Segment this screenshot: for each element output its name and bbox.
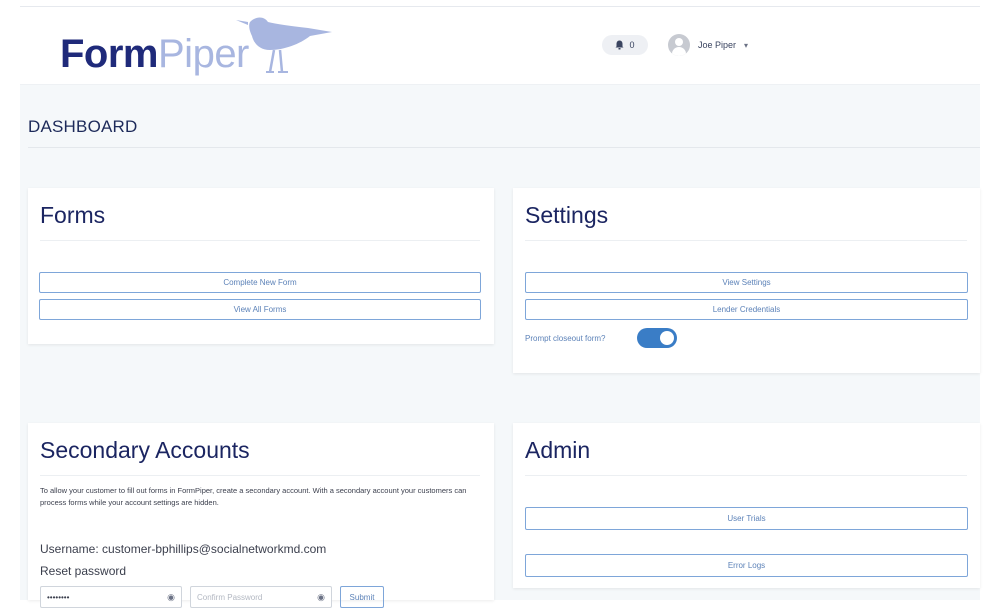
lender-credentials-button[interactable]: Lender Credentials [525,299,968,320]
formpiper-logo[interactable]: FormPiper [60,14,332,84]
bell-icon [615,40,624,50]
user-avatar-icon [668,34,690,56]
prompt-closeout-toggle[interactable] [637,328,677,348]
eye-icon[interactable]: ◉ [317,592,325,603]
divider [525,475,967,476]
user-menu[interactable]: Joe Piper ▾ [668,33,748,57]
notification-count: 0 [629,40,635,50]
dashboard-main: DASHBOARD Forms Complete New Form View A… [20,85,980,608]
admin-card-title: Admin [525,437,591,463]
divider [40,475,480,476]
reset-password-label: Reset password [40,564,127,578]
secondary-accounts-description: To allow your customer to fill out forms… [40,486,467,507]
secondary-accounts-title: Secondary Accounts [40,437,250,463]
forms-card: Forms Complete New Form View All Forms [28,188,494,344]
admin-card: Admin User Trials Error Logs [513,423,980,588]
secondary-username: Username: customer-bphillips@socialnetwo… [40,542,327,556]
view-settings-button[interactable]: View Settings [525,272,968,293]
confirm-password-placeholder: Confirm Password [197,592,263,602]
toggle-knob [660,331,674,345]
top-border [20,6,980,7]
submit-password-button[interactable]: Submit [340,586,384,608]
secondary-accounts-card: Secondary Accounts To allow your custome… [28,423,494,608]
user-trials-button[interactable]: User Trials [525,507,968,530]
logo-wordmark: FormPiper [60,32,249,77]
app-header: FormPiper 0 Joe Piper ▾ [20,8,980,85]
settings-card: Settings View Settings Lender Credential… [513,188,980,373]
divider [40,240,480,241]
logo-piper-text: Piper [158,32,249,76]
page-title: DASHBOARD [28,117,138,136]
forms-card-title: Forms [40,202,106,228]
settings-card-title: Settings [525,202,609,228]
notifications-button[interactable]: 0 [602,35,648,55]
logo-form-text: Form [60,32,159,76]
user-name: Joe Piper [698,40,737,50]
confirm-password-field[interactable]: Confirm Password ◉ [190,586,332,608]
chevron-down-icon: ▾ [744,40,749,50]
password-value: •••••••• [47,592,70,602]
eye-icon[interactable]: ◉ [167,592,175,603]
prompt-closeout-label: Prompt closeout form? [525,334,606,343]
view-all-forms-button[interactable]: View All Forms [39,299,481,320]
divider [28,147,980,148]
divider [525,240,967,241]
complete-new-form-button[interactable]: Complete New Form [39,272,481,293]
new-password-field[interactable]: •••••••• ◉ [40,586,182,608]
error-logs-button[interactable]: Error Logs [525,554,968,577]
